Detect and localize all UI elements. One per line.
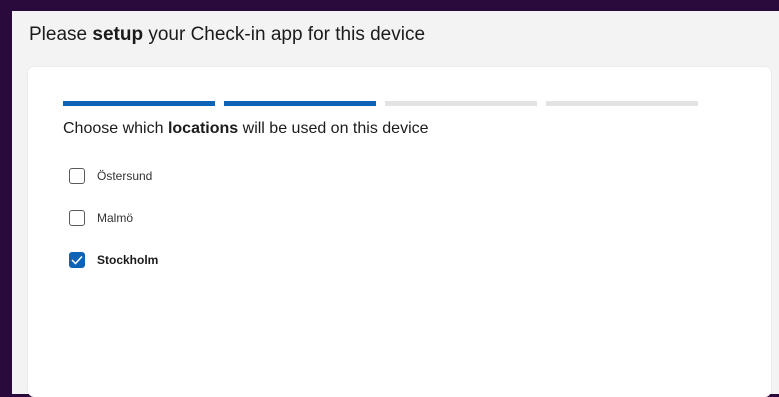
app-window: Please setup your Check-in app for this … [12,11,779,397]
progress-step-2 [224,101,376,106]
locations-heading: Choose which locations will be used on t… [63,120,429,137]
progress-step-4 [546,101,698,106]
location-label: Stockholm [97,253,159,267]
progress-steps [63,101,698,106]
location-option-stockholm[interactable]: Stockholm [69,252,158,268]
progress-step-1 [63,101,215,106]
stockholm-checkbox[interactable] [69,252,85,268]
page-title: Please setup your Check-in app for this … [29,24,426,45]
malmo-checkbox[interactable] [69,210,85,226]
setup-card: Choose which locations will be used on t… [28,67,771,397]
checkmark-icon [71,255,83,265]
ostersund-checkbox[interactable] [69,168,85,184]
location-label: Östersund [97,169,153,183]
location-option-malmo[interactable]: Malmö [69,210,133,226]
location-label: Malmö [97,211,134,225]
progress-step-3 [385,101,537,106]
location-option-ostersund[interactable]: Östersund [69,168,152,184]
